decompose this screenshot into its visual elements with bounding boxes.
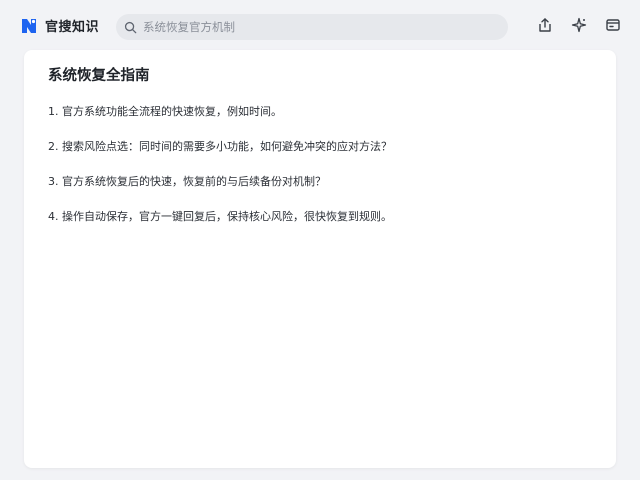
app-name: 官搜知识 bbox=[45, 20, 100, 35]
top-bar: 官搜知识 bbox=[0, 0, 640, 50]
list-item: 4. 操作自动保存，官方一键回复后，保持核心风险，很快恢复到规则。 bbox=[48, 210, 392, 223]
sparkle-button[interactable] bbox=[570, 16, 588, 34]
window-icon bbox=[606, 19, 620, 31]
brand-logo-icon bbox=[22, 18, 36, 33]
search-bar[interactable] bbox=[116, 14, 508, 40]
sparkle-icon bbox=[571, 17, 587, 33]
brand[interactable]: 官搜知识 bbox=[20, 16, 99, 35]
search-input[interactable] bbox=[137, 15, 508, 39]
toolbar-actions bbox=[536, 16, 622, 34]
list-item: 1. 官方系统功能全流程的快速恢复，例如时间。 bbox=[48, 105, 282, 118]
window-button[interactable] bbox=[604, 16, 622, 34]
document-list: 1. 官方系统功能全流程的快速恢复，例如时间。 2. 搜索风险点选：同时间的需要… bbox=[48, 104, 592, 225]
list-item: 3. 官方系统恢复后的快速，恢复前的与后续备份对机制？ bbox=[48, 175, 326, 188]
document-title: 系统恢复全指南 bbox=[48, 68, 150, 84]
share-icon bbox=[539, 18, 551, 32]
share-button[interactable] bbox=[536, 16, 554, 34]
document-card: 系统恢复全指南 1. 官方系统功能全流程的快速恢复，例如时间。 2. 搜索风险点… bbox=[24, 50, 616, 468]
search-icon bbox=[124, 21, 137, 33]
list-item: 2. 搜索风险点选：同时间的需要多小功能，如何避免冲突的应对方法？ bbox=[48, 140, 392, 153]
